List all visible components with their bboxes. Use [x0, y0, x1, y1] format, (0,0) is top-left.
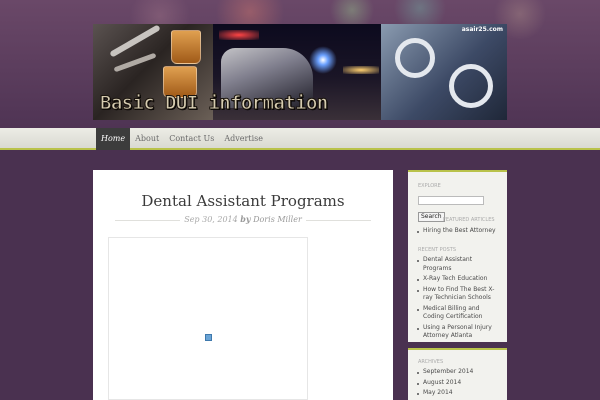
- list-item[interactable]: X-Ray Tech Education: [416, 275, 502, 284]
- archives-widget: ARCHIVES September 2014 August 2014 May …: [408, 348, 507, 400]
- list-item[interactable]: How to Find The Best X-ray Technician Sc…: [416, 286, 502, 303]
- siren-light-red: [219, 30, 259, 40]
- nav-contact-us[interactable]: Contact Us: [164, 128, 219, 150]
- list-item[interactable]: Using a Personal Injury Attorney Atlanta: [416, 324, 502, 341]
- nav-home[interactable]: Home: [96, 128, 131, 150]
- post-author[interactable]: Doris Miller: [253, 215, 302, 224]
- embedded-media-frame: [108, 237, 308, 400]
- list-item[interactable]: Dental Assistant Programs: [416, 256, 502, 273]
- recent-posts-list: Dental Assistant Programs X-Ray Tech Edu…: [416, 256, 502, 343]
- car-key-icon: [113, 52, 157, 73]
- list-item[interactable]: Hiring the Best Attorney: [416, 227, 502, 236]
- header-banner[interactable]: asair25.com Basic DUI information: [93, 24, 507, 120]
- siren-light-blue: [309, 46, 337, 74]
- banner-watermark: asair25.com: [461, 26, 503, 33]
- archives-heading: ARCHIVES: [418, 359, 444, 365]
- nav-advertise[interactable]: Advertise: [219, 128, 268, 150]
- post-date[interactable]: Sep 30, 2014: [184, 215, 238, 224]
- sidebar: EXPLORE Search FEATURED ARTICLES Hiring …: [408, 170, 507, 342]
- archives-list: September 2014 August 2014 May 2014: [416, 368, 502, 400]
- search-button[interactable]: Search: [418, 212, 445, 222]
- list-item[interactable]: May 2014: [416, 389, 502, 398]
- handcuff-icon: [395, 38, 435, 78]
- post-meta: Sep 30, 2014 by Doris Miller: [93, 214, 393, 224]
- featured-list: Hiring the Best Attorney: [416, 227, 502, 238]
- post-title[interactable]: Dental Assistant Programs: [93, 192, 393, 210]
- nav-about[interactable]: About: [130, 128, 164, 150]
- street-lights: [343, 66, 379, 74]
- whiskey-glass-icon: [171, 30, 201, 64]
- search-input[interactable]: [418, 196, 484, 205]
- site-title[interactable]: Basic DUI information: [100, 92, 329, 115]
- post-content: Dental Assistant Programs Sep 30, 2014 b…: [93, 170, 393, 400]
- main-navigation: Home About Contact Us Advertise: [96, 128, 268, 150]
- main-navigation-bar: Home About Contact Us Advertise: [0, 128, 600, 150]
- explore-heading: EXPLORE: [418, 183, 441, 189]
- list-item[interactable]: Medical Billing and Coding Certification: [416, 305, 502, 322]
- featured-heading: FEATURED ARTICLES: [443, 217, 495, 223]
- list-item[interactable]: September 2014: [416, 368, 502, 377]
- broken-image-icon: [205, 334, 212, 341]
- list-item[interactable]: August 2014: [416, 379, 502, 388]
- handcuff-icon: [449, 64, 493, 108]
- post-by: by: [240, 214, 251, 224]
- recent-posts-heading: RECENT POSTS: [418, 247, 457, 253]
